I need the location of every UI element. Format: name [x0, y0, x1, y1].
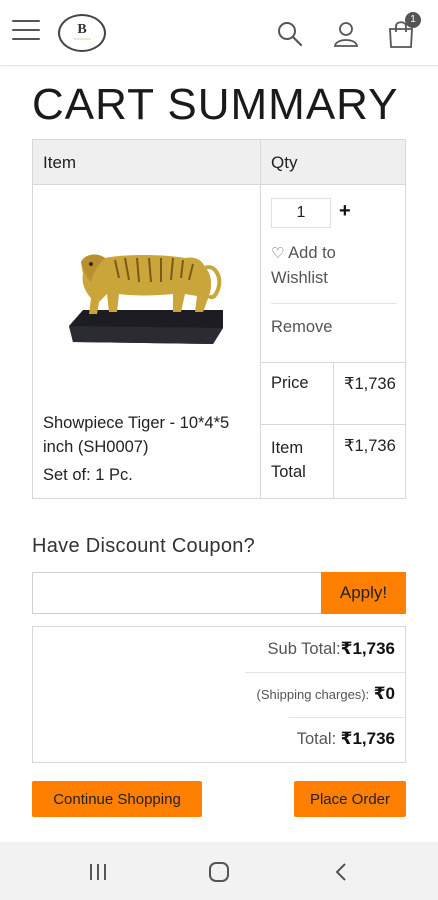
- quantity-increase-button[interactable]: +: [339, 200, 351, 223]
- logo-subtext: ~~~~~~: [73, 37, 91, 43]
- divider: [271, 303, 397, 304]
- product-name[interactable]: Showpiece Tiger - 10*4*5 inch (SH0007): [43, 411, 253, 459]
- column-header-item: Item: [43, 153, 77, 172]
- divider: [245, 672, 405, 673]
- divider: [261, 424, 405, 425]
- system-navigation-bar: [0, 842, 438, 900]
- price-value: ₹1,736: [344, 375, 396, 393]
- subtotal-value: ₹1,736: [340, 639, 395, 658]
- back-icon[interactable]: [330, 860, 354, 884]
- subtotal-row: Sub Total:₹1,736: [268, 639, 395, 659]
- divider: [289, 717, 405, 718]
- logo-letter: B: [77, 22, 87, 37]
- total-label: Total:: [296, 730, 337, 748]
- page-title: CART SUMMARY: [32, 80, 399, 129]
- recents-icon[interactable]: [86, 860, 110, 884]
- cart-count-badge: 1: [405, 12, 421, 28]
- search-icon[interactable]: [276, 20, 304, 48]
- price-label: Price: [271, 374, 309, 392]
- column-header-qty: Qty: [271, 153, 298, 172]
- column-divider: [333, 362, 334, 498]
- total-row: Total: ₹1,736: [297, 729, 395, 749]
- brand-logo[interactable]: B ~~~~~~: [58, 14, 106, 52]
- shipping-value: ₹0: [373, 684, 395, 703]
- user-icon[interactable]: [332, 20, 360, 48]
- total-value: ₹1,736: [340, 729, 395, 748]
- quantity-input[interactable]: 1: [271, 198, 331, 228]
- place-order-button[interactable]: Place Order: [294, 781, 406, 817]
- remove-link[interactable]: Remove: [271, 318, 332, 337]
- home-icon[interactable]: [207, 860, 231, 884]
- product-image[interactable]: [63, 198, 229, 404]
- shipping-label: (Shipping charges):: [256, 687, 370, 702]
- shipping-row: (Shipping charges): ₹0: [257, 684, 395, 704]
- apply-coupon-button[interactable]: Apply!: [321, 572, 406, 614]
- product-set-info: Set of: 1 Pc.: [43, 466, 133, 484]
- coupon-heading: Have Discount Coupon?: [32, 535, 256, 557]
- heart-icon: ♡: [271, 245, 285, 262]
- app-header: B ~~~~~~ 1: [0, 0, 438, 66]
- item-total-label: Item Total: [271, 439, 306, 481]
- item-total-value: ₹1,736: [344, 437, 396, 455]
- add-to-wishlist-link[interactable]: ♡ Add to Wishlist: [271, 241, 391, 291]
- hamburger-icon[interactable]: [12, 20, 40, 42]
- coupon-input[interactable]: [32, 572, 322, 614]
- shopping-bag-icon[interactable]: 1: [387, 12, 421, 48]
- continue-shopping-button[interactable]: Continue Shopping: [32, 781, 202, 817]
- order-totals: Sub Total:₹1,736 (Shipping charges): ₹0 …: [32, 626, 406, 763]
- column-divider: [260, 140, 261, 498]
- cart-table: Item Qty Showpiece Tiger - 10*4*5 inch (…: [32, 139, 406, 499]
- table-header-row: Item Qty: [33, 140, 405, 185]
- subtotal-label: Sub Total:: [267, 640, 341, 658]
